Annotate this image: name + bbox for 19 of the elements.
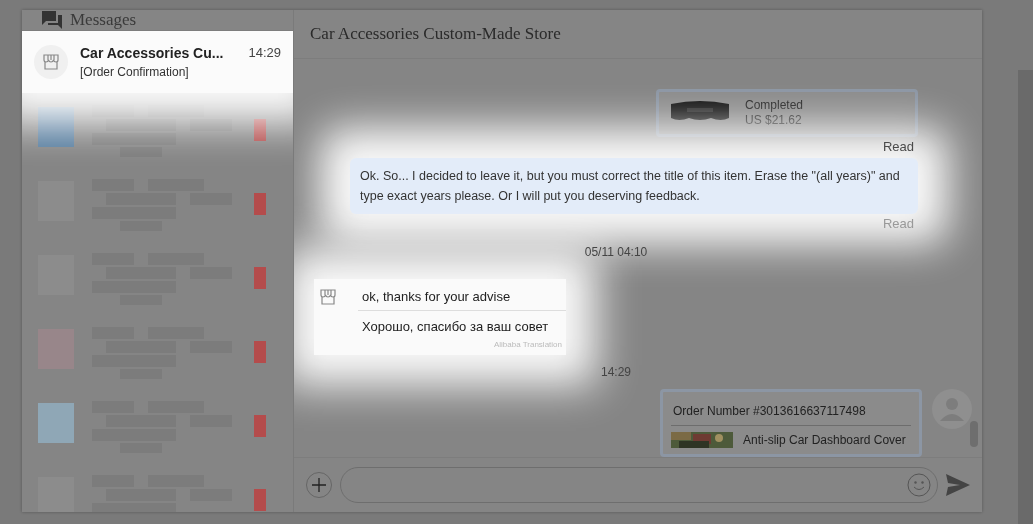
- order-number: Order Number #3013616637117498: [671, 398, 911, 426]
- sidebar-title: Messages: [70, 10, 137, 30]
- order-status: Completed: [745, 98, 804, 113]
- timestamp: 14:29: [601, 365, 631, 379]
- timestamp: 05/11 04:10: [584, 245, 648, 259]
- order-price: US $21.62: [745, 113, 803, 128]
- conversation-preview: [Order Confirmation]: [80, 65, 190, 79]
- order-card[interactable]: Order Number #3013616637117498 Anti-slip Car Dashboard Cover: [660, 389, 922, 457]
- translated-message: Хорошо, спасибо за ваш совет: [361, 318, 550, 336]
- conversation-item[interactable]: Car Accessories Cu... 14:29 [Order Confirmation]: [22, 31, 293, 93]
- order-card[interactable]: Completed US $21.62: [656, 89, 918, 137]
- conversation-time: 14:29: [248, 45, 281, 61]
- product-title: Anti-slip Car Dashboard Cover: [743, 433, 906, 447]
- incoming-message: ok, thanks for your advise: [358, 283, 566, 311]
- read-receipt: Read: [882, 139, 914, 154]
- outgoing-message: Ok. So... I decided to leave it, but you must correct the title of this item. Erase the "(all years)" and type exact years please. Or I will put you deserving feedback.: [350, 158, 918, 214]
- chat-title: Car Accessories Custom-Made Store: [310, 24, 561, 44]
- read-receipt: Read: [882, 216, 914, 231]
- conversation-name: Car Accessories Cu...: [80, 45, 224, 61]
